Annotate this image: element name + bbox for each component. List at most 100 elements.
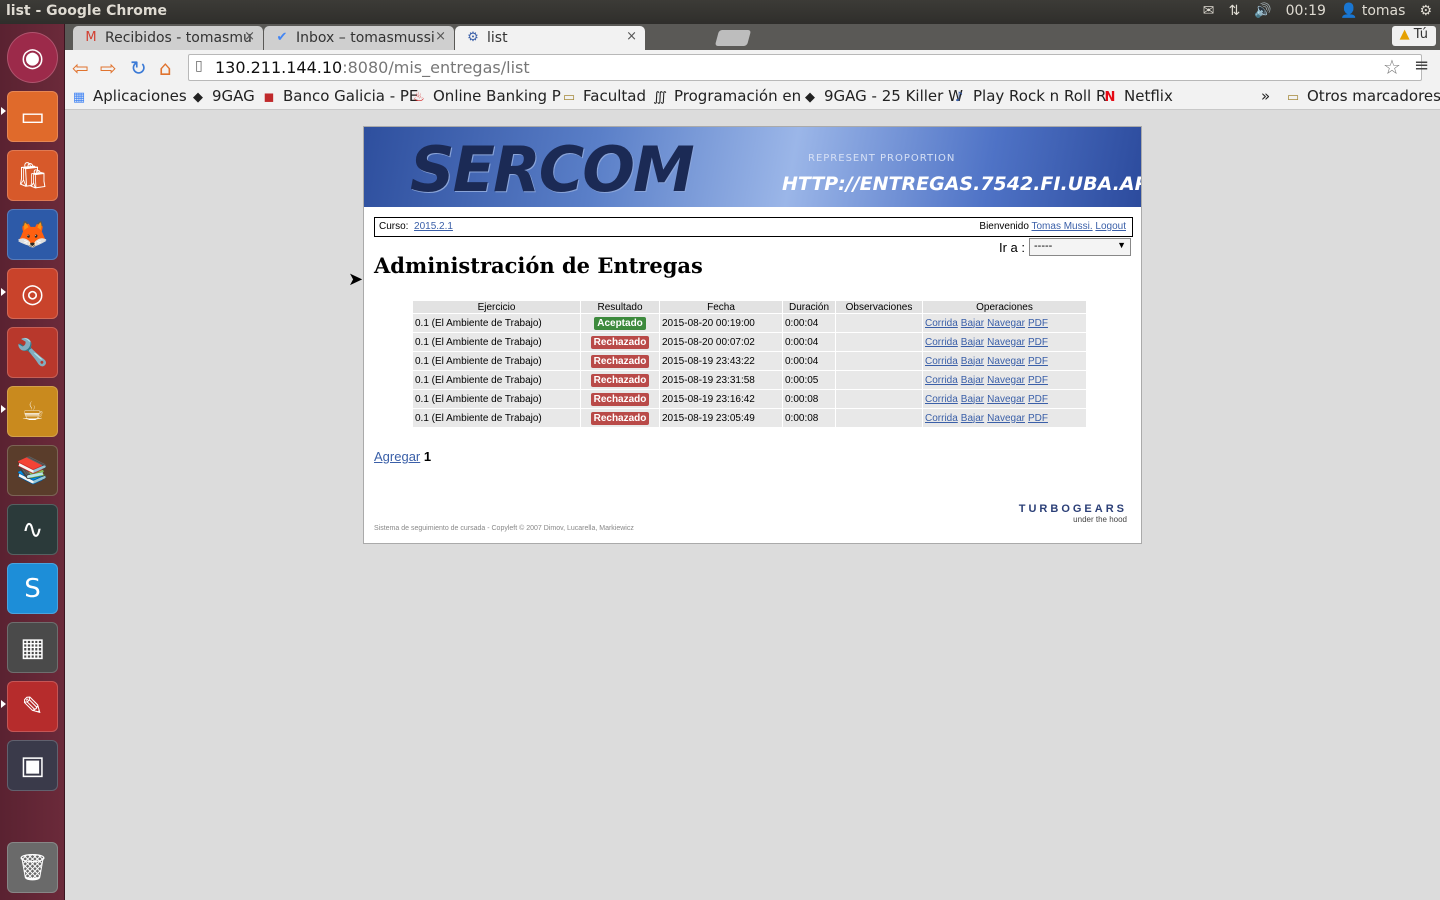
op-link-pdf[interactable]: PDF bbox=[1028, 375, 1048, 386]
bookmark-9gag-killer[interactable]: ◆ 9GAG - 25 Killer W bbox=[802, 87, 963, 105]
op-link-bajar[interactable]: Bajar bbox=[961, 356, 984, 367]
tab-inbox[interactable]: ✔ Inbox – tomasmussi × bbox=[264, 26, 454, 50]
cell-resultado: Rechazado bbox=[581, 352, 659, 370]
library-icon[interactable]: 📚 bbox=[7, 445, 58, 496]
op-link-navegar[interactable]: Navegar bbox=[987, 337, 1025, 348]
cell-resultado: Rechazado bbox=[581, 409, 659, 427]
reload-icon[interactable]: ↻ bbox=[130, 56, 147, 80]
bookmark-apps[interactable]: ▦ Aplicaciones bbox=[71, 87, 187, 105]
files-icon[interactable]: ▭ bbox=[7, 91, 58, 142]
chrome-menu-icon[interactable]: ≡ bbox=[1414, 55, 1429, 76]
table-row: 0.1 (El Ambiente de Trabajo) Rechazado 201… bbox=[413, 390, 1086, 408]
cell-operaciones: Corrida Bajar Navegar PDF bbox=[923, 371, 1086, 389]
user-link[interactable]: Tomas Mussi. bbox=[1032, 221, 1093, 232]
op-link-corrida[interactable]: Corrida bbox=[925, 337, 958, 348]
tab-gmail[interactable]: M Recibidos - tomasmu × bbox=[73, 26, 263, 50]
tab-close-button[interactable]: × bbox=[435, 29, 446, 44]
op-link-bajar[interactable]: Bajar bbox=[961, 413, 984, 424]
op-link-navegar[interactable]: Navegar bbox=[987, 356, 1025, 367]
system-top-panel: list - Google Chrome ✉ ⇅ 🔊 00:19 👤 tomas… bbox=[0, 0, 1440, 24]
status-badge: Rechazado bbox=[590, 411, 650, 425]
tab-close-button[interactable]: × bbox=[244, 29, 255, 44]
calculator-icon[interactable]: ▦ bbox=[7, 622, 58, 673]
bookmark-star-icon[interactable]: ☆ bbox=[1383, 55, 1401, 79]
op-link-bajar[interactable]: Bajar bbox=[961, 318, 984, 329]
user-icon: 👤 bbox=[1339, 3, 1358, 19]
op-link-bajar[interactable]: Bajar bbox=[961, 337, 984, 348]
bookmark-9gag[interactable]: ◆ 9GAG bbox=[190, 87, 255, 105]
cell-resultado: Rechazado bbox=[581, 333, 659, 351]
cell-fecha: 2015-08-20 00:07:02 bbox=[660, 333, 782, 351]
chrome-icon[interactable]: ◎ bbox=[7, 268, 58, 319]
network-icon[interactable]: ⇅ bbox=[1228, 3, 1240, 19]
op-link-bajar[interactable]: Bajar bbox=[961, 375, 984, 386]
op-link-pdf[interactable]: PDF bbox=[1028, 413, 1048, 424]
op-link-corrida[interactable]: Corrida bbox=[925, 375, 958, 386]
firefox-icon[interactable]: 🦊 bbox=[7, 209, 58, 260]
page-viewport: SERCOM REPRESENT PROPORTION HTTP://ENTRE… bbox=[65, 110, 1440, 900]
op-link-pdf[interactable]: PDF bbox=[1028, 337, 1048, 348]
mouse-cursor-icon: ➤ bbox=[348, 269, 364, 290]
op-link-corrida[interactable]: Corrida bbox=[925, 318, 958, 329]
bookmark-programacion[interactable]: ∭ Programación en bbox=[652, 87, 801, 105]
system-settings-icon[interactable]: 🔧 bbox=[7, 327, 58, 378]
address-bar[interactable]: ▯ 130.211.144.10:8080/mis_entregas/list bbox=[188, 54, 1422, 81]
new-tab-button[interactable] bbox=[714, 30, 752, 46]
settings-gear-icon[interactable]: ⚙ bbox=[1419, 3, 1432, 19]
op-link-navegar[interactable]: Navegar bbox=[987, 394, 1025, 405]
op-link-pdf[interactable]: PDF bbox=[1028, 356, 1048, 367]
tab-list[interactable]: ⚙ list × bbox=[455, 26, 645, 50]
curso-link[interactable]: 2015.2.1 bbox=[414, 221, 453, 232]
profile-badge[interactable]: ▲ Tú bbox=[1391, 26, 1436, 46]
volume-icon[interactable]: 🔊 bbox=[1254, 3, 1271, 19]
cell-fecha: 2015-08-19 23:43:22 bbox=[660, 352, 782, 370]
op-link-bajar[interactable]: Bajar bbox=[961, 394, 984, 405]
trash-icon[interactable]: 🗑 bbox=[7, 842, 58, 893]
software-center-icon[interactable]: 🛍 bbox=[7, 150, 58, 201]
op-link-corrida[interactable]: Corrida bbox=[925, 356, 958, 367]
tab-close-button[interactable]: × bbox=[626, 29, 637, 44]
op-link-navegar[interactable]: Navegar bbox=[987, 413, 1025, 424]
op-link-pdf[interactable]: PDF bbox=[1028, 394, 1048, 405]
column-header: Observaciones bbox=[836, 301, 922, 313]
ir-a-select[interactable]: ----- ▼ bbox=[1029, 238, 1131, 256]
op-link-corrida[interactable]: Corrida bbox=[925, 394, 958, 405]
9gag-icon: ◆ bbox=[193, 90, 203, 105]
home-icon[interactable]: ⌂ bbox=[159, 56, 172, 80]
cell-ejercicio: 0.1 (El Ambiente de Trabajo) bbox=[413, 409, 580, 427]
entregas-table: Ejercicio Resultado Fecha Duración Obser… bbox=[412, 300, 1087, 428]
clock[interactable]: 00:19 bbox=[1286, 3, 1326, 19]
cell-duracion: 0:00:04 bbox=[783, 314, 835, 332]
op-link-navegar[interactable]: Navegar bbox=[987, 318, 1025, 329]
column-header: Fecha bbox=[660, 301, 782, 313]
op-link-pdf[interactable]: PDF bbox=[1028, 318, 1048, 329]
bookmarks-overflow-button[interactable]: » bbox=[1261, 87, 1270, 105]
skype-icon[interactable]: S bbox=[7, 563, 58, 614]
bookmark-play-rock[interactable]: ♪ Play Rock n Roll R bbox=[951, 87, 1107, 105]
ir-a-selected: ----- bbox=[1034, 240, 1053, 252]
agregar-link[interactable]: Agregar bbox=[374, 449, 420, 464]
welcome-area: Bienvenido Tomas Mussi. Logout bbox=[979, 221, 1126, 232]
op-link-navegar[interactable]: Navegar bbox=[987, 375, 1025, 386]
bookmark-label: Otros marcadores bbox=[1307, 87, 1440, 105]
mail-icon[interactable]: ✉ bbox=[1203, 3, 1215, 19]
bookmark-netflix[interactable]: N Netflix bbox=[1102, 87, 1173, 105]
galicia-icon: ◼ bbox=[263, 90, 275, 105]
back-arrow-icon[interactable]: ⇦ bbox=[72, 56, 89, 80]
system-monitor-icon[interactable]: ∿ bbox=[7, 504, 58, 555]
bookmark-banco-galicia[interactable]: ◼ Banco Galicia - PE bbox=[261, 87, 419, 105]
workspace-switcher-icon[interactable]: ▣ bbox=[7, 740, 58, 791]
ubuntu-dash-icon[interactable]: ◉ bbox=[7, 32, 58, 83]
bookmark-online-banking[interactable]: ♨ Online Banking P bbox=[411, 87, 561, 105]
document-viewer-icon[interactable]: ✎ bbox=[7, 681, 58, 732]
teapot-icon[interactable]: ☕ bbox=[7, 386, 58, 437]
logout-link[interactable]: Logout bbox=[1095, 221, 1126, 232]
cell-duracion: 0:00:04 bbox=[783, 352, 835, 370]
cell-observaciones bbox=[836, 352, 922, 370]
bookmark-facultad[interactable]: ▭ Facultad bbox=[561, 87, 646, 105]
op-link-corrida[interactable]: Corrida bbox=[925, 413, 958, 424]
user-menu[interactable]: 👤 tomas bbox=[1340, 3, 1405, 19]
cell-observaciones bbox=[836, 409, 922, 427]
forward-arrow-icon[interactable]: ⇨ bbox=[100, 56, 117, 80]
bookmark-otros-marcadores[interactable]: ▭ Otros marcadores bbox=[1285, 87, 1440, 105]
